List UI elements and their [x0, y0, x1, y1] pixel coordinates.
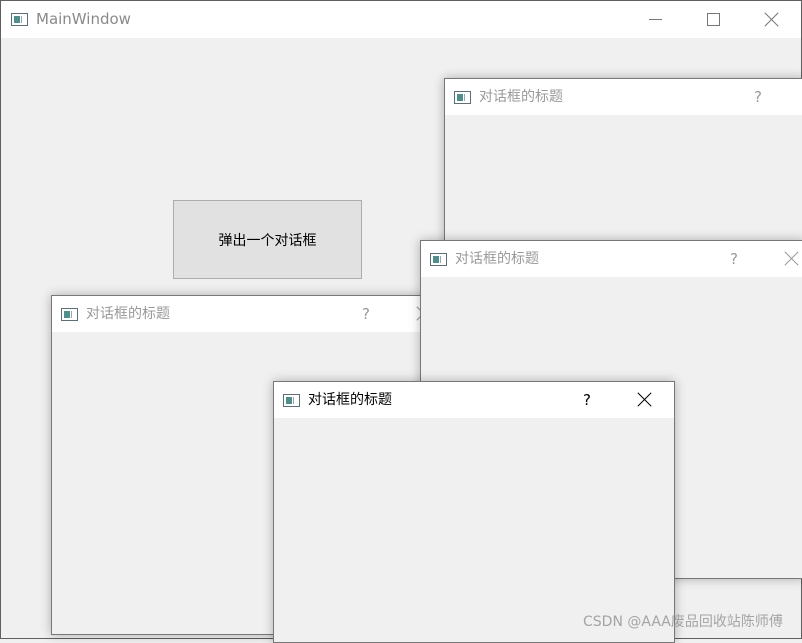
- main-titlebar[interactable]: MainWindow: [1, 1, 801, 38]
- dialog-4-titlebar[interactable]: 对话框的标题 ?: [274, 382, 674, 418]
- dialog-2-titlebar[interactable]: 对话框的标题 ?: [52, 296, 430, 332]
- dialog-title: 对话框的标题: [308, 392, 392, 408]
- app-window-icon: [283, 394, 300, 407]
- close-button[interactable]: [743, 1, 801, 38]
- watermark-text: CSDN @AAA废品回收站陈师傅: [583, 614, 783, 630]
- main-window-title: MainWindow: [36, 10, 131, 28]
- app-window-icon: [61, 308, 78, 321]
- help-button[interactable]: ?: [574, 389, 600, 411]
- close-icon: [764, 12, 779, 27]
- dialog-3-titlebar[interactable]: 对话框的标题 ?: [421, 241, 802, 277]
- dialog-1-titlebar[interactable]: 对话框的标题 ?: [445, 79, 802, 115]
- app-window-icon: [11, 13, 28, 26]
- dialog-title: 对话框的标题: [86, 306, 170, 322]
- close-icon[interactable]: [637, 392, 652, 407]
- dialog-title: 对话框的标题: [455, 251, 539, 267]
- help-button[interactable]: ?: [721, 248, 747, 270]
- dialog-4: 对话框的标题 ?: [273, 381, 675, 643]
- app-window-icon: [430, 253, 447, 266]
- maximize-button[interactable]: [685, 1, 743, 38]
- popup-dialog-button[interactable]: 弹出一个对话框: [173, 200, 362, 279]
- app-window-icon: [454, 91, 471, 104]
- dialog-title: 对话框的标题: [479, 89, 563, 105]
- minimize-button[interactable]: [627, 1, 685, 38]
- close-icon[interactable]: [784, 251, 799, 266]
- help-button[interactable]: ?: [353, 303, 379, 325]
- help-button[interactable]: ?: [745, 86, 771, 108]
